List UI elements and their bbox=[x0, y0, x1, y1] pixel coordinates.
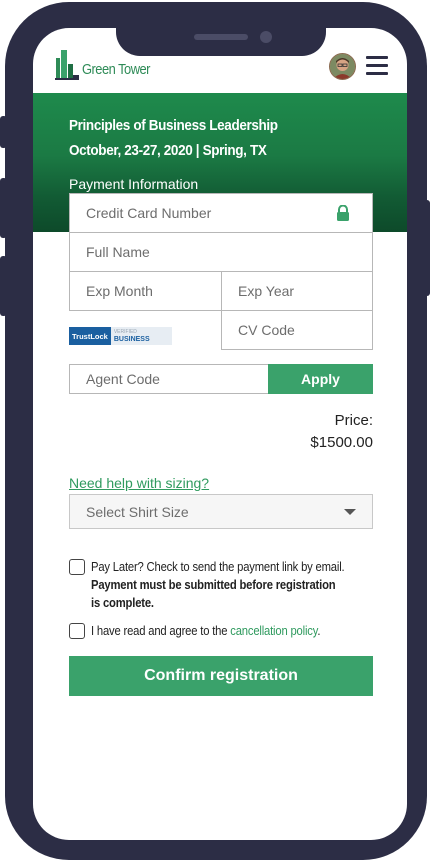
credit-card-number-placeholder: Credit Card Number bbox=[86, 205, 212, 221]
exp-month-placeholder: Exp Month bbox=[86, 283, 153, 299]
pay-later-line1: Pay Later? Check to send the payment lin… bbox=[91, 560, 345, 574]
shirt-size-select[interactable]: Select Shirt Size bbox=[69, 494, 373, 529]
pay-later-line3: is complete. bbox=[91, 596, 154, 610]
cv-code-placeholder: CV Code bbox=[238, 322, 295, 338]
trustlock-verified: VERIFIED bbox=[113, 329, 137, 335]
agent-code-placeholder: Agent Code bbox=[86, 371, 160, 387]
phone-frame: Green Tower Principles of Business Leade… bbox=[5, 2, 427, 860]
exp-year-placeholder: Exp Year bbox=[238, 283, 295, 299]
exp-month-field[interactable]: Exp Month bbox=[69, 271, 222, 311]
pay-later-text: Pay Later? Check to send the payment lin… bbox=[91, 558, 345, 612]
speaker-grille bbox=[194, 34, 248, 40]
shirt-size-placeholder: Select Shirt Size bbox=[86, 503, 189, 520]
pay-later-line2: Payment must be submitted before registr… bbox=[91, 578, 336, 592]
confirm-registration-button[interactable]: Confirm registration bbox=[69, 656, 373, 696]
trustlock-business: BUSINESS bbox=[113, 336, 150, 343]
hamburger-menu-icon[interactable] bbox=[366, 56, 388, 75]
credit-card-number-field[interactable]: Credit Card Number bbox=[69, 193, 373, 233]
logo-text: Green Tower bbox=[82, 61, 150, 78]
trustlock-brand: TrustLock bbox=[69, 327, 111, 345]
payment-heading: Payment Information bbox=[69, 176, 199, 192]
agent-code-field[interactable]: Agent Code bbox=[69, 364, 269, 394]
price-value: $1500.00 bbox=[310, 434, 373, 451]
trustlock-badge: TrustLock VERIFIED BUSINESS bbox=[69, 327, 172, 345]
course-title: Principles of Business Leadership bbox=[69, 117, 278, 134]
price-label: Price: bbox=[334, 412, 373, 429]
front-camera bbox=[260, 31, 272, 43]
agree-checkbox[interactable] bbox=[69, 623, 85, 639]
user-avatar[interactable] bbox=[329, 53, 356, 80]
trustlock-label-box: VERIFIED BUSINESS bbox=[110, 327, 172, 345]
agree-text: I have read and agree to the cancellatio… bbox=[91, 622, 320, 640]
full-name-field[interactable]: Full Name bbox=[69, 232, 373, 272]
lock-icon bbox=[336, 204, 350, 224]
apply-button[interactable]: Apply bbox=[268, 364, 373, 394]
tower-logo-icon bbox=[55, 48, 79, 80]
agree-suffix: . bbox=[317, 624, 321, 638]
course-date-location: October, 23-27, 2020 | Spring, TX bbox=[69, 142, 267, 159]
pay-later-checkbox[interactable] bbox=[69, 559, 85, 575]
sizing-help-link[interactable]: Need help with sizing? bbox=[69, 475, 209, 491]
cv-code-field[interactable]: CV Code bbox=[221, 310, 373, 350]
phone-notch bbox=[116, 4, 326, 56]
exp-year-field[interactable]: Exp Year bbox=[221, 271, 373, 311]
cancellation-policy-link[interactable]: cancellation policy bbox=[230, 624, 317, 638]
full-name-placeholder: Full Name bbox=[86, 244, 150, 260]
agree-prefix: I have read and agree to the bbox=[91, 624, 231, 638]
phone-screen: Green Tower Principles of Business Leade… bbox=[33, 28, 407, 840]
chevron-down-icon bbox=[344, 509, 356, 515]
